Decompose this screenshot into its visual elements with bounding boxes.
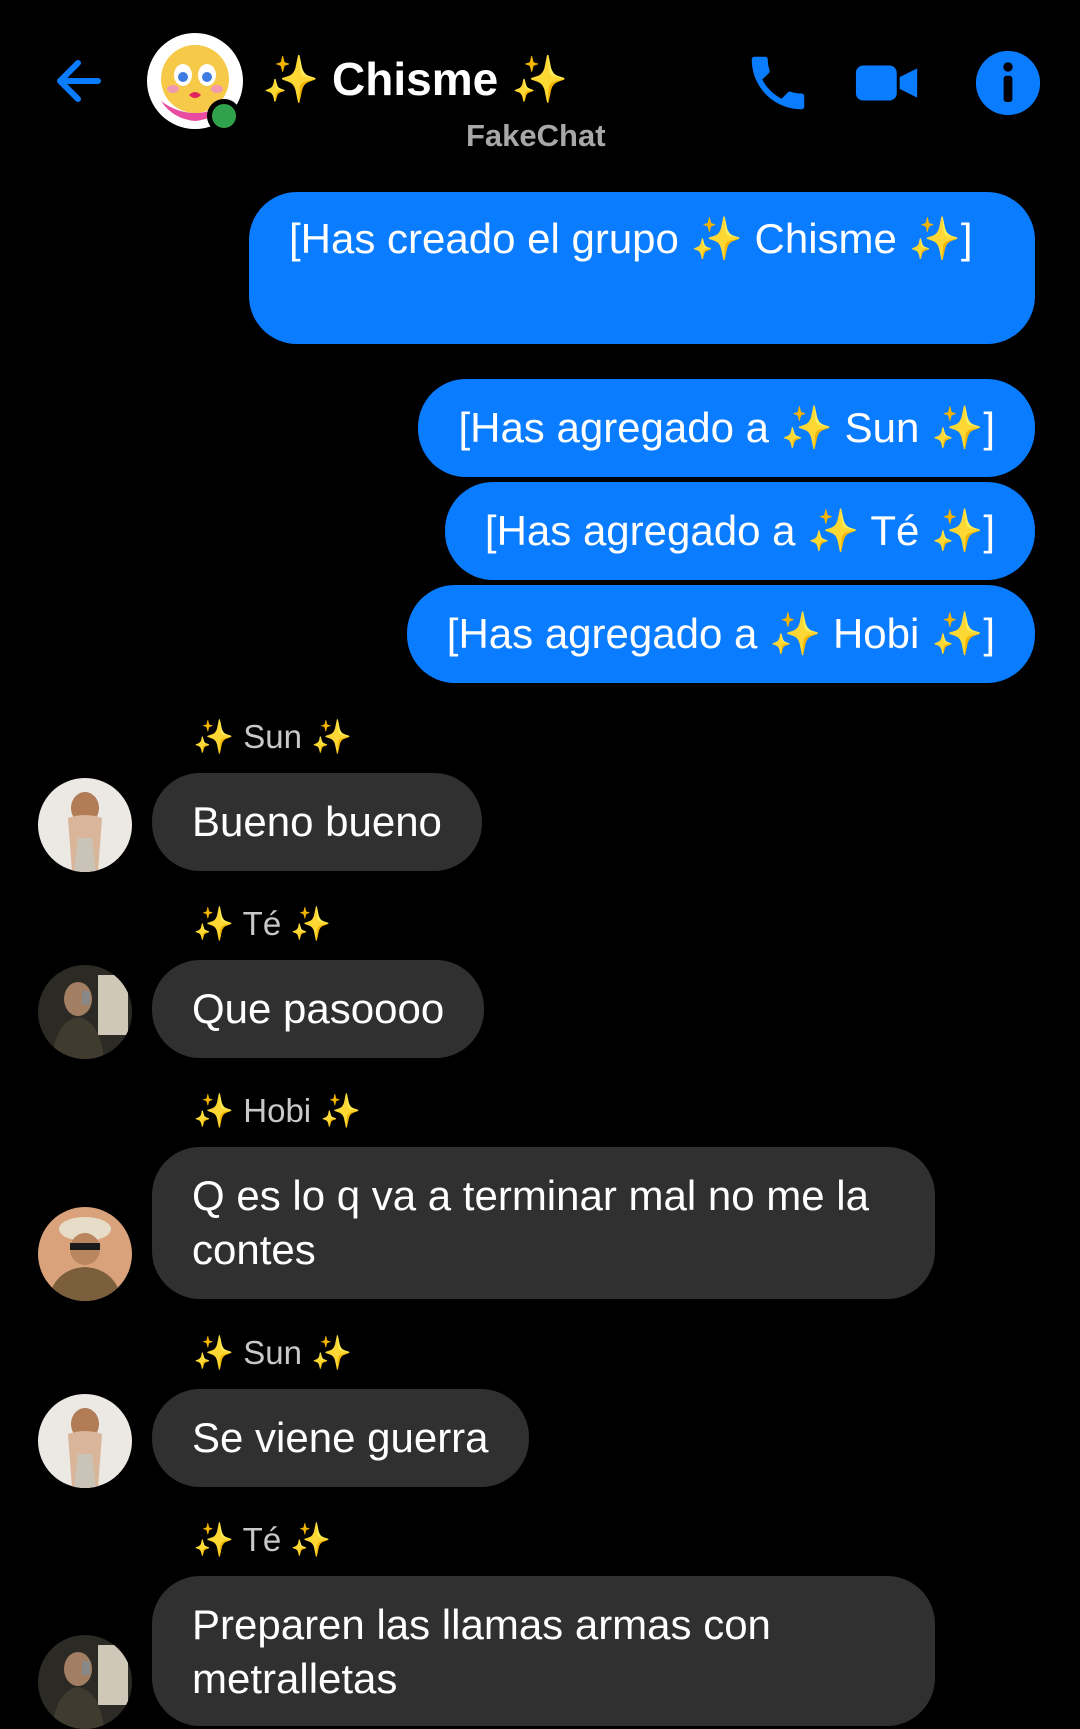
incoming-message[interactable]: Se viene guerra	[152, 1389, 529, 1487]
message-text: Bueno bueno	[192, 798, 442, 845]
chat-subtitle: FakeChat	[466, 118, 606, 153]
outgoing-message[interactable]: [Has agregado a ✨ Té ✨]	[444, 482, 1035, 580]
sender-name: ✨ Sun ✨	[193, 1334, 353, 1371]
message-text: Q es lo q va a terminar mal no me la con…	[192, 1172, 869, 1273]
info-icon[interactable]	[973, 48, 1043, 118]
sender-name: ✨ Sun ✨	[193, 718, 353, 755]
incoming-message[interactable]: Q es lo q va a terminar mal no me la con…	[152, 1147, 935, 1299]
message-text: Se viene guerra	[192, 1414, 489, 1461]
chat-title[interactable]: ✨ Chisme ✨	[262, 52, 568, 107]
outgoing-message[interactable]: [Has agregado a ✨ Sun ✨]	[418, 379, 1035, 477]
incoming-message[interactable]: Bueno bueno	[152, 773, 482, 871]
outgoing-message[interactable]: [Has agregado a ✨ Hobi ✨]	[406, 585, 1035, 683]
sender-name: ✨ Té ✨	[193, 905, 332, 942]
back-arrow-icon[interactable]	[50, 48, 116, 114]
message-text: Preparen las llamas armas con metralleta…	[192, 1601, 771, 1702]
online-status-dot	[207, 99, 241, 133]
incoming-message[interactable]: Preparen las llamas armas con metralleta…	[152, 1576, 935, 1726]
video-camera-icon[interactable]	[853, 48, 923, 118]
incoming-message[interactable]: Que pasoooo	[152, 960, 485, 1058]
avatar-sun[interactable]	[38, 1394, 132, 1488]
sender-name: ✨ Hobi ✨	[193, 1092, 362, 1129]
phone-icon[interactable]	[743, 48, 813, 118]
avatar-te[interactable]	[38, 1635, 132, 1729]
avatar-sun[interactable]	[38, 778, 132, 872]
message-text: [Has agregado a ✨ Té ✨]	[484, 507, 995, 554]
avatar-te[interactable]	[38, 965, 132, 1059]
sender-name: ✨ Té ✨	[193, 1521, 332, 1558]
message-text: [Has agregado a ✨ Sun ✨]	[458, 404, 995, 451]
avatar-hobi[interactable]	[38, 1207, 132, 1301]
outgoing-message[interactable]: [Has creado el grupo ✨ Chisme ✨]	[249, 192, 1035, 344]
message-text: [Has agregado a ✨ Hobi ✨]	[446, 610, 995, 657]
message-text: Que pasoooo	[192, 985, 445, 1032]
message-text: [Has creado el grupo ✨ Chisme ✨]	[289, 215, 973, 262]
